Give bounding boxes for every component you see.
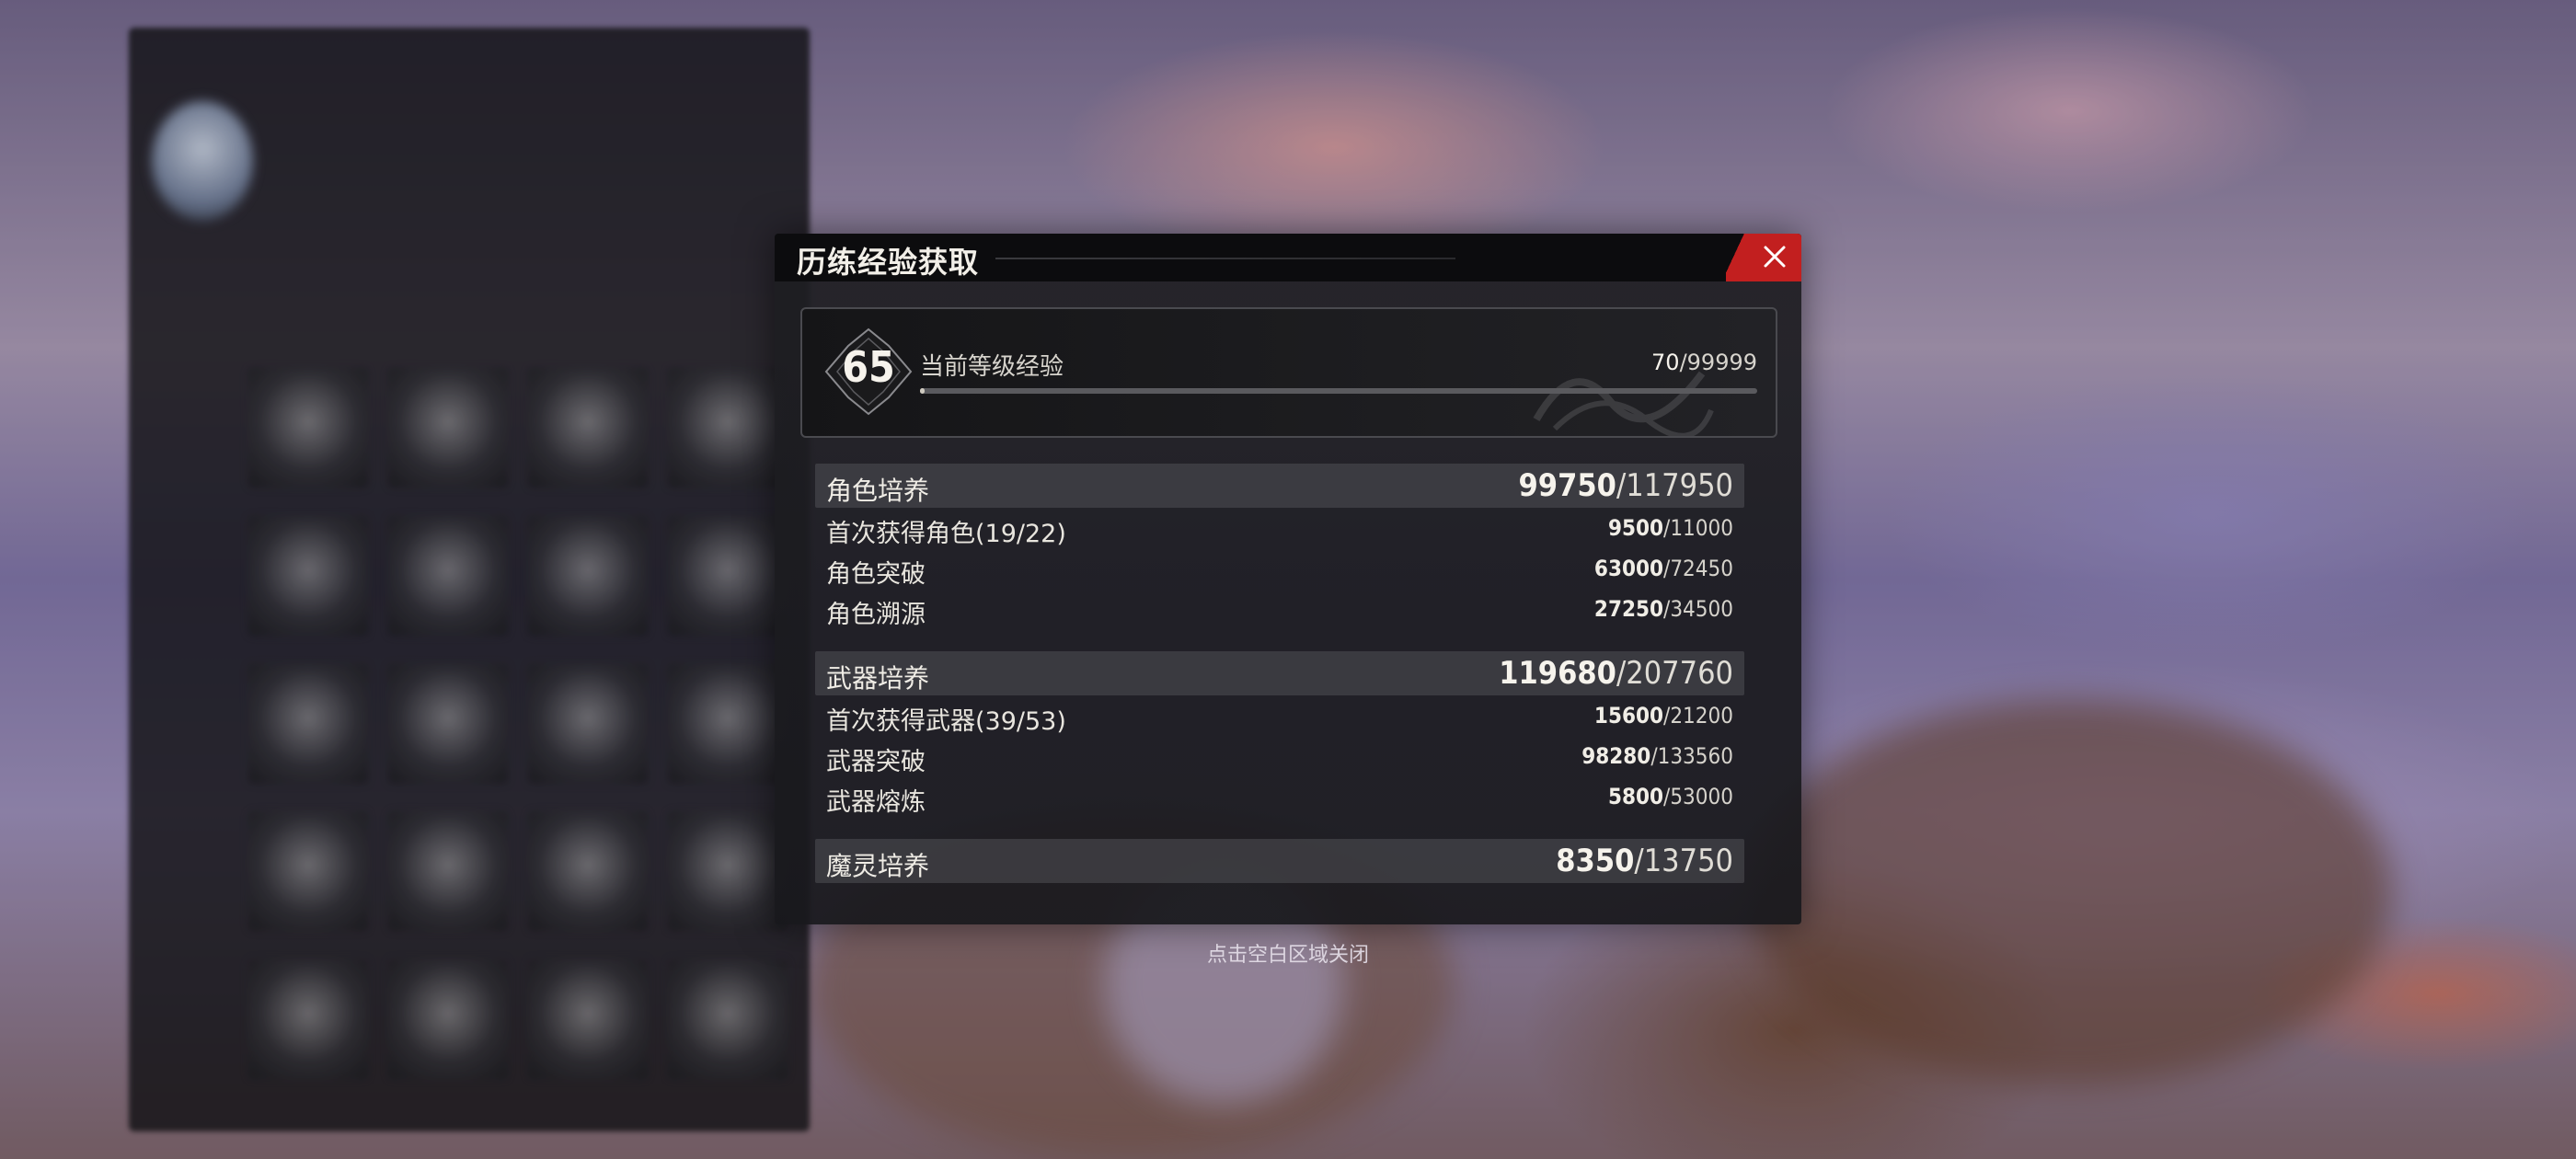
section-label: 魔灵培养 — [826, 851, 930, 881]
section-weapon-training: 武器培养 119680/207760 — [815, 651, 1744, 695]
experience-dialog: 历练经验获取 65 当前等级经验 70/99999 角色培养 99750/117… — [775, 234, 1801, 924]
level-label: 当前等级经验 — [920, 353, 1064, 381]
section-value: 8350/13750 — [1556, 843, 1733, 879]
row-label: 首次获得武器(39/53) — [826, 707, 1066, 736]
level-progress-fill — [920, 388, 926, 394]
row-label: 武器熔炼 — [826, 788, 926, 817]
section-spirit-training: 魔灵培养 8350/13750 — [815, 839, 1744, 883]
section-value: 119680/207760 — [1499, 655, 1733, 692]
section-label: 武器培养 — [826, 663, 930, 694]
level-progress-bar — [920, 388, 1757, 394]
dialog-titlebar: 历练经验获取 — [775, 234, 1801, 281]
close-icon — [1764, 246, 1786, 268]
row-value: 5800/53000 — [1607, 784, 1733, 809]
list-item: 首次获得武器(39/53) 15600/21200 — [815, 699, 1744, 736]
current-level-panel: 65 当前等级经验 70/99999 — [800, 307, 1777, 438]
level-value: 70/99999 — [1651, 350, 1757, 375]
row-value: 63000/72450 — [1593, 556, 1733, 581]
row-label: 首次获得角色(19/22) — [826, 520, 1066, 548]
row-label: 角色突破 — [826, 560, 926, 589]
title-divider — [995, 258, 1455, 259]
close-hint: 点击空白区域关闭 — [1206, 944, 1369, 967]
list-item: 角色溯源 27250/34500 — [815, 592, 1744, 629]
row-value: 15600/21200 — [1593, 703, 1733, 729]
list-item: 角色突破 63000/72450 — [815, 552, 1744, 589]
row-label: 角色溯源 — [826, 601, 926, 629]
level-number: 65 — [842, 342, 895, 392]
section-label: 角色培养 — [826, 476, 930, 506]
list-item: 首次获得角色(19/22) 9500/11000 — [815, 511, 1744, 548]
dialog-title: 历练经验获取 — [797, 245, 980, 280]
row-value: 27250/34500 — [1593, 596, 1733, 622]
section-value: 99750/117950 — [1518, 467, 1733, 504]
list-item: 武器突破 98280/133560 — [815, 740, 1744, 776]
list-item: 武器熔炼 5800/53000 — [815, 780, 1744, 817]
row-value: 9500/11000 — [1607, 515, 1733, 541]
close-button[interactable] — [1726, 234, 1801, 281]
row-value: 98280/133560 — [1581, 743, 1733, 769]
row-label: 武器突破 — [826, 748, 926, 776]
section-character-training: 角色培养 99750/117950 — [815, 464, 1744, 508]
